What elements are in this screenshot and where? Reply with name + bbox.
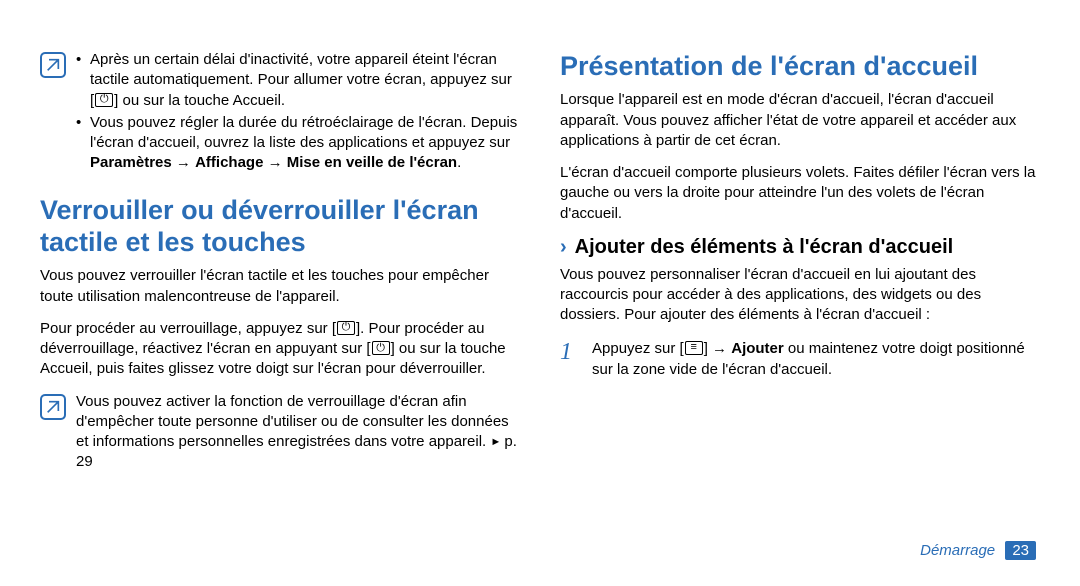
note-box-1: Après un certain délai d'inactivité, vot… <box>40 50 520 176</box>
arrow: → <box>172 154 195 171</box>
step-text: Appuyez sur [] → Ajouter ou maintenez vo… <box>592 338 1040 380</box>
footer-section: Démarrage <box>920 542 995 559</box>
text-bold: Mise en veille de l'écran <box>287 154 457 171</box>
text: . <box>457 154 461 171</box>
power-icon <box>337 321 355 335</box>
text: Vous pouvez activer la fonction de verro… <box>76 393 509 451</box>
paragraph: Pour procéder au verrouillage, appuyez s… <box>40 319 520 380</box>
arrow: → <box>263 154 286 171</box>
text: ] → <box>704 340 732 357</box>
chevron-icon: › <box>560 236 567 259</box>
text: Vous pouvez régler la durée du rétroécla… <box>90 114 517 151</box>
note-icon <box>40 394 66 420</box>
paragraph: L'écran d'accueil comporte plusieurs vol… <box>560 163 1040 224</box>
note-2-text: Vous pouvez activer la fonction de verro… <box>76 392 520 473</box>
subheading-label: Ajouter des éléments à l'écran d'accueil <box>575 236 954 259</box>
note-1-list: Après un certain délai d'inactivité, vot… <box>76 50 520 176</box>
note1-item-2: Vous pouvez régler la durée du rétroécla… <box>76 113 520 174</box>
note-box-2: Vous pouvez activer la fonction de verro… <box>40 392 520 473</box>
text-bold: Affichage <box>195 154 263 171</box>
text-bold: Paramètres <box>90 154 172 171</box>
page-spread: Après un certain délai d'inactivité, vot… <box>0 0 1080 586</box>
paragraph: Lorsque l'appareil est en mode d'écran d… <box>560 90 1040 151</box>
power-icon <box>95 93 113 107</box>
step-1: 1 Appuyez sur [] → Ajouter ou maintenez … <box>560 338 1040 380</box>
subheading-add-elements: › Ajouter des éléments à l'écran d'accue… <box>560 236 1040 259</box>
power-icon <box>372 341 390 355</box>
note1-item-1: Après un certain délai d'inactivité, vot… <box>76 50 520 111</box>
page-footer: Démarrage 23 <box>920 541 1036 560</box>
heading-lock: Verrouiller ou déverrouiller l'écran tac… <box>40 194 520 259</box>
paragraph: Vous pouvez personnaliser l'écran d'accu… <box>560 265 1040 326</box>
left-column: Après un certain délai d'inactivité, vot… <box>40 50 520 546</box>
right-column: Présentation de l'écran d'accueil Lorsqu… <box>560 50 1040 546</box>
text: ] ou sur la touche Accueil. <box>114 92 285 109</box>
text: Appuyez sur [ <box>592 340 684 357</box>
menu-icon <box>685 341 703 355</box>
text: Pour procéder au verrouillage, appuyez s… <box>40 320 336 337</box>
step-number: 1 <box>560 338 580 380</box>
footer-page-number: 23 <box>1005 541 1036 560</box>
triangle-icon: ► <box>490 436 504 448</box>
note-icon <box>40 52 66 78</box>
text-bold: Ajouter <box>731 340 784 357</box>
paragraph: Vous pouvez verrouiller l'écran tactile … <box>40 266 520 307</box>
heading-home: Présentation de l'écran d'accueil <box>560 50 1040 82</box>
